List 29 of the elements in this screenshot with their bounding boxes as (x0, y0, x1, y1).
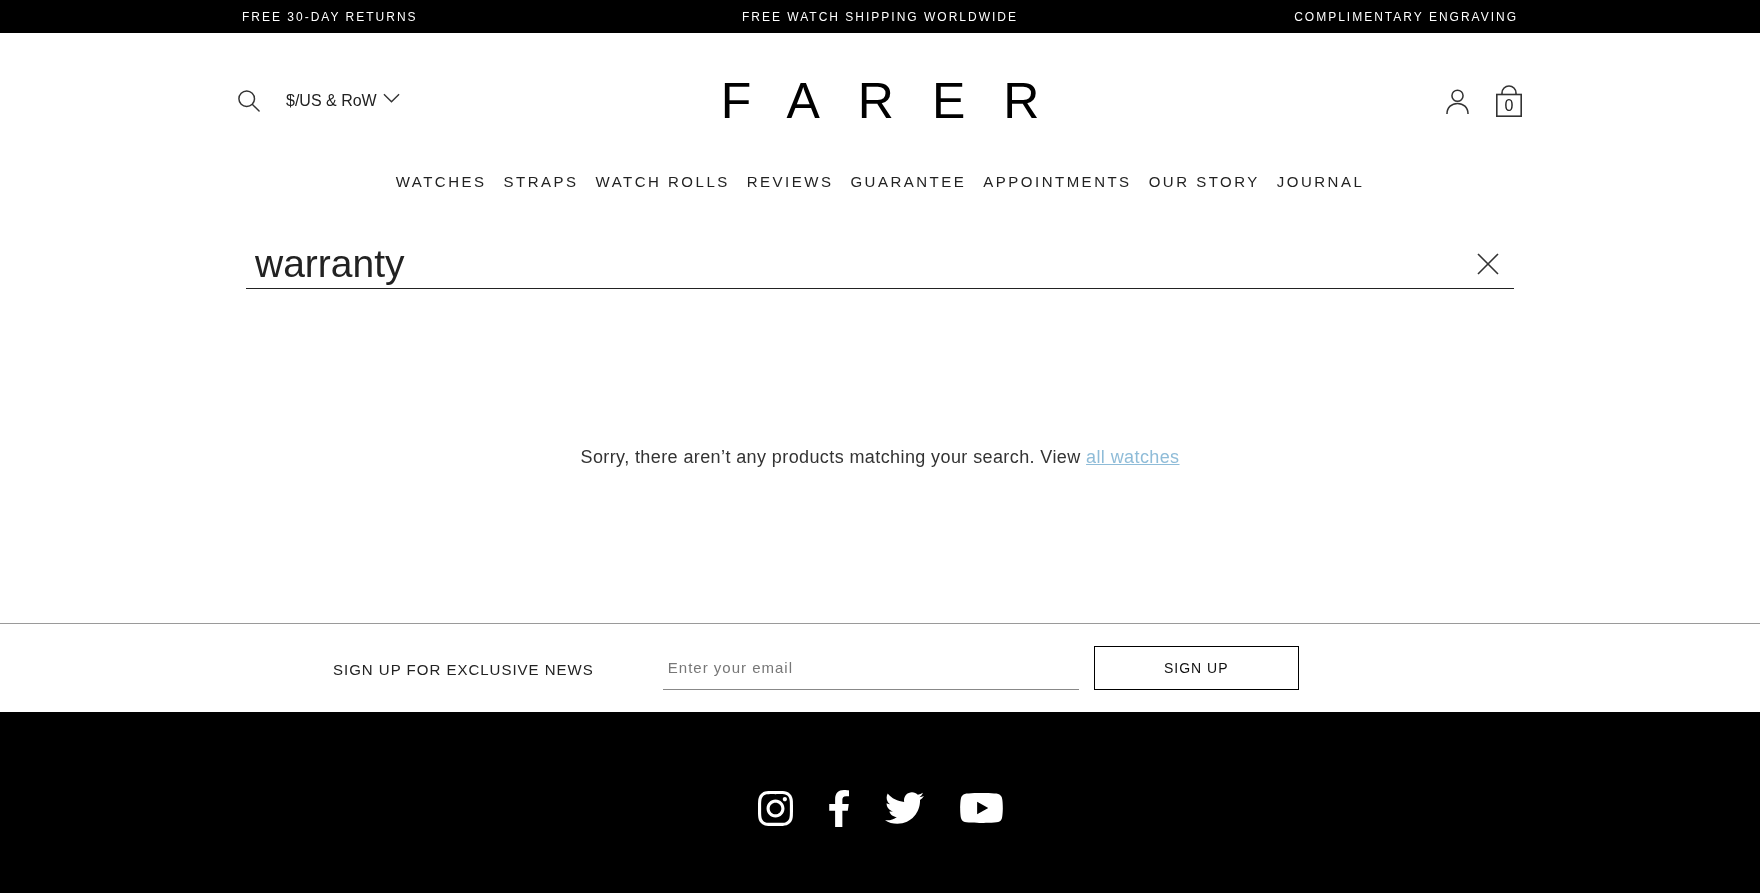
nav-link[interactable]: GUARANTEE (850, 170, 967, 194)
nav-link[interactable]: JOURNAL (1276, 170, 1365, 194)
search-icon[interactable] (238, 90, 260, 112)
facebook-icon[interactable] (828, 789, 849, 827)
nav-link[interactable]: WATCHES (395, 170, 487, 194)
nav-link[interactable]: REVIEWS (746, 170, 834, 194)
youtube-icon[interactable] (959, 793, 1003, 823)
twitter-icon[interactable] (884, 792, 924, 824)
announcement-text: COMPLIMENTARY ENGRAVING (1294, 8, 1518, 26)
announcement-text: FREE WATCH SHIPPING WORLDWIDE (742, 8, 1018, 26)
nav-link[interactable]: WATCH ROLLS (595, 170, 730, 194)
logo[interactable]: FARER (720, 76, 1078, 126)
nav-link[interactable]: STRAPS (503, 170, 579, 194)
sign-up-button[interactable]: SIGN UP (1093, 646, 1299, 690)
email-field[interactable]: Enter your email (662, 646, 1079, 690)
close-icon (1477, 253, 1499, 275)
cart-button[interactable]: 0 (1496, 85, 1522, 117)
chevron-down-icon (382, 93, 400, 103)
clear-search-button[interactable] (1477, 253, 1499, 275)
nav-link[interactable]: OUR STORY (1148, 170, 1260, 194)
nav-link[interactable]: APPOINTMENTS (983, 170, 1132, 194)
instagram-icon[interactable] (757, 790, 793, 826)
no-results-message: Sorry, there aren’t any products matching your search. View all watches (580, 446, 1180, 469)
user-icon[interactable] (1446, 88, 1469, 114)
announcement-text: FREE 30-DAY RETURNS (242, 8, 418, 26)
bag-icon (1496, 85, 1522, 117)
search-field[interactable]: warranty (246, 240, 1514, 289)
newsletter-label: SIGN UP FOR EXCLUSIVE NEWS (333, 659, 594, 680)
currency-selector[interactable]: $/US & RoW (286, 89, 400, 113)
